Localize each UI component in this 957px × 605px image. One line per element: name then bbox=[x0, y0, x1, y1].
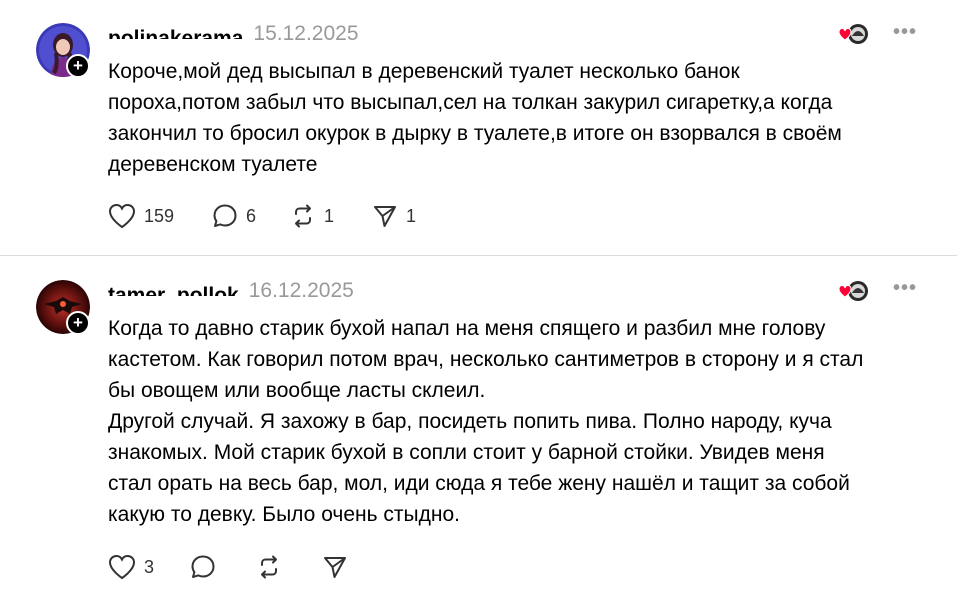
post-date: 15.12.2025 bbox=[253, 22, 359, 45]
heart-icon bbox=[108, 203, 136, 229]
post-2: + tamer_pollok 16.12.2025 ••• Когда то д… bbox=[0, 256, 957, 605]
post-actions: 3 bbox=[108, 552, 362, 582]
repost-count: 1 bbox=[324, 205, 335, 226]
post-text-line: бы овощем или вообще ласты склеил. bbox=[108, 379, 486, 402]
liked-by-avatars[interactable] bbox=[836, 279, 870, 303]
share-count: 1 bbox=[406, 205, 417, 226]
repost-button[interactable]: 1 bbox=[290, 203, 372, 229]
avatar[interactable]: + bbox=[36, 280, 90, 335]
reply-count: 6 bbox=[246, 205, 257, 226]
post-text-line: пороха,потом забыл что высыпал,сел на то… bbox=[108, 91, 833, 114]
like-button[interactable]: 3 bbox=[108, 554, 190, 580]
comment-icon bbox=[191, 555, 215, 578]
post-1: + polinakerama 15.12.2025 ••• Короче,мой… bbox=[0, 0, 957, 255]
username[interactable]: polinakerama bbox=[108, 26, 243, 39]
reply-button[interactable]: 6 bbox=[212, 203, 290, 229]
post-text-line: закончил то бросил окурок в дырку в туал… bbox=[108, 122, 842, 145]
avatar[interactable]: + bbox=[36, 23, 90, 78]
post-text: Короче,мой дед высыпал в деревенский туа… bbox=[108, 56, 928, 180]
post-actions: 159 6 1 1 bbox=[108, 201, 432, 231]
post-text-line: знакомых. Мой старик бухой в сопли стоит… bbox=[108, 441, 825, 464]
repost-icon bbox=[261, 555, 277, 579]
post-text-line: Когда то давно старик бухой напал на мен… bbox=[108, 317, 826, 340]
like-count: 159 bbox=[144, 205, 175, 226]
liked-by-icon bbox=[838, 281, 868, 301]
username[interactable]: tamer_pollok bbox=[108, 283, 239, 296]
liked-by-avatars[interactable] bbox=[836, 22, 870, 46]
send-icon bbox=[324, 557, 346, 578]
comment-icon bbox=[213, 204, 237, 227]
post-text-line: кастетом. Как говорил потом врач, нескол… bbox=[108, 348, 864, 371]
post-date: 16.12.2025 bbox=[248, 279, 354, 302]
share-button[interactable]: 1 bbox=[372, 203, 432, 229]
more-options-icon[interactable]: ••• bbox=[893, 22, 921, 47]
like-count: 3 bbox=[144, 556, 155, 577]
share-button[interactable] bbox=[322, 554, 362, 580]
more-options-icon[interactable]: ••• bbox=[893, 278, 921, 303]
liked-by-icon bbox=[838, 24, 868, 44]
post-text-line: стал орать на весь бар, мол, иди сюда я … bbox=[108, 472, 850, 495]
follow-plus-icon[interactable]: + bbox=[66, 54, 90, 78]
heart-icon bbox=[108, 554, 136, 580]
repost-icon bbox=[295, 204, 311, 228]
post-text-line: Другой случай. Я захожу в бар, посидеть … bbox=[108, 410, 832, 433]
post-header: polinakerama 15.12.2025 bbox=[108, 21, 359, 47]
like-button[interactable]: 159 bbox=[108, 203, 212, 229]
repost-button[interactable] bbox=[256, 554, 322, 580]
post-text-line: Короче,мой дед высыпал в деревенский туа… bbox=[108, 60, 740, 83]
follow-plus-icon[interactable]: + bbox=[66, 311, 90, 335]
post-text: Когда то давно старик бухой напал на мен… bbox=[108, 313, 928, 530]
send-icon bbox=[374, 206, 396, 227]
post-text-line: какую то девку. Было очень стыдно. bbox=[108, 503, 460, 526]
post-text-line: деревенском туалете bbox=[108, 153, 318, 176]
reply-button[interactable] bbox=[190, 554, 256, 580]
post-header: tamer_pollok 16.12.2025 bbox=[108, 278, 354, 304]
